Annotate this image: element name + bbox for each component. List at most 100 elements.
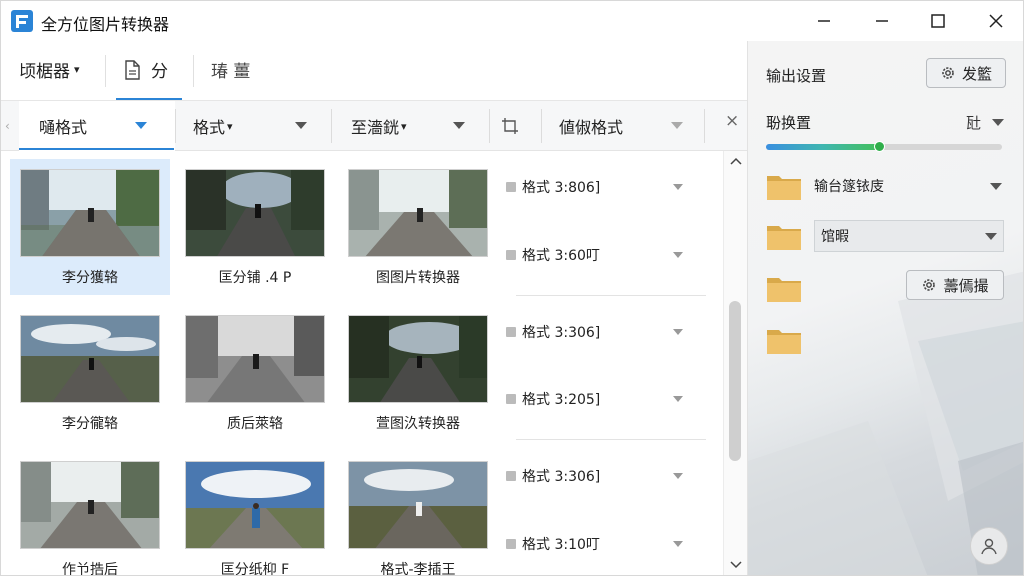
output-folder-option[interactable]: 输台篴铱庋: [814, 171, 884, 201]
close-filter-icon[interactable]: ×: [725, 111, 739, 131]
active-tab-indicator: [116, 98, 182, 100]
image-tile[interactable]: 李分徿辂: [10, 305, 170, 441]
image-tile[interactable]: 李分獲辂: [10, 159, 170, 295]
settings-button-label: 发籃: [961, 64, 992, 83]
caret-down-icon: [135, 122, 147, 129]
format-row-label: 格式 3:306]: [522, 469, 601, 485]
format-row[interactable]: 格式 3:10叮: [506, 529, 706, 559]
format-row[interactable]: 格式 3:60叮: [506, 240, 706, 270]
format-row[interactable]: 格式 3:306]: [506, 461, 706, 491]
format-marker-icon: [506, 250, 516, 260]
caret-down-icon: [673, 329, 683, 335]
thumbnail-image: [185, 461, 325, 549]
folder-icon: [767, 176, 801, 200]
image-tile[interactable]: 萱图汣转换器: [338, 305, 498, 441]
minimize-alt-icon: [876, 20, 888, 22]
format-marker-icon: [506, 471, 516, 481]
scroll-down-icon[interactable]: [730, 561, 742, 569]
caret-down-icon: [673, 396, 683, 402]
image-tile[interactable]: 质后萊辂: [175, 305, 335, 441]
maximize-button[interactable]: [915, 7, 961, 35]
format-row-label: 格式 3:10叮: [522, 537, 600, 553]
crop-button[interactable]: [501, 101, 531, 151]
maximize-icon: [931, 14, 945, 28]
minimize-button[interactable]: [801, 7, 847, 35]
menu-label: 顷椐器: [19, 62, 70, 82]
close-icon: [989, 14, 1003, 28]
document-icon: [125, 59, 140, 80]
selected-filter-indicator: [19, 148, 174, 150]
folder-path-select[interactable]: 馆暇: [814, 220, 1004, 252]
tile-label: 匡分铺 .4 P: [218, 270, 292, 286]
menu-dropdown[interactable]: 顷椐器 ▾: [19, 57, 80, 82]
image-tile[interactable]: 作兯捁后: [10, 451, 170, 575]
filter-quality-label: 至濇銧: [351, 118, 400, 137]
filter-quality[interactable]: 至濇銧 ▾: [333, 101, 489, 151]
image-tile[interactable]: 图图片转换器: [338, 159, 498, 295]
main-area: 顷椐器 ▾ 分 瑃 薑 ‹ 嗵格式 格式 ▾ 至濇銧 ▾ 値俶格式 × 李分獲辂…: [1, 41, 747, 576]
slider-fill: [766, 144, 880, 150]
app-logo-icon: [11, 10, 33, 32]
caret-down-icon: [453, 122, 465, 129]
thumbnail-image: [348, 315, 488, 403]
caret-down-icon[interactable]: [992, 119, 1004, 126]
tile-label: 李分獲辂: [62, 270, 118, 286]
caret-down-icon: [985, 233, 997, 240]
filter-format-label: 格式: [193, 118, 226, 137]
folder-icon: [767, 278, 801, 302]
thumbnail-image: [348, 169, 488, 257]
caret-down-icon: [673, 184, 683, 190]
tab-secondary-label: 瑃 薑: [211, 62, 251, 82]
settings-button[interactable]: 发籃: [926, 58, 1006, 88]
folder-icon: [767, 330, 801, 354]
tab-secondary[interactable]: 瑃 薑: [211, 57, 250, 82]
browse-button[interactable]: 薵傿撮: [906, 270, 1004, 300]
scroll-up-icon[interactable]: [730, 157, 742, 165]
format-row[interactable]: 格式 3:306]: [506, 317, 706, 347]
thumbnail-image: [348, 461, 488, 549]
caret-small-icon: ▾: [401, 119, 407, 133]
scroll-left-icon[interactable]: ‹: [5, 119, 10, 133]
gear-icon: [942, 67, 954, 79]
user-avatar[interactable]: [970, 527, 1008, 565]
browse-button-label: 薵傿撮: [943, 276, 989, 295]
panel-title: 输出设置: [766, 67, 827, 85]
output-folder-label: 输台篴铱庋: [814, 179, 884, 195]
thumbnail-image: [185, 315, 325, 403]
caret-down-icon: ▾: [74, 63, 80, 76]
output-settings-panel: 输出设置 发籃 聁换置 瓧 输台篴铱庋 馆暇 薵傿撮: [747, 41, 1023, 575]
tile-label: 匡分纸枊 F: [220, 562, 290, 576]
image-tile[interactable]: 格式-李插王: [338, 451, 498, 576]
restore-button[interactable]: [859, 7, 905, 35]
filter-source-format[interactable]: 嗵格式: [19, 101, 175, 151]
folder-path-value: 馆暇: [821, 229, 849, 245]
scrollbar-thumb[interactable]: [729, 301, 741, 461]
format-row[interactable]: 格式 3:205]: [506, 384, 706, 414]
vertical-scrollbar[interactable]: [723, 151, 747, 575]
image-tile[interactable]: 匡分纸枊 F: [175, 451, 335, 576]
format-row-label: 格式 3:806]: [522, 180, 601, 196]
app-window: 全方位图片转换器 顷椐器 ▾ 分 瑃 薑 ‹ 嗵格式 格式 ▾ 至濇銧 ▾ 値俶…: [0, 0, 1024, 576]
quality-value[interactable]: 瓧: [966, 112, 981, 133]
format-row[interactable]: 格式 3:806]: [506, 172, 706, 202]
tile-label: 格式-李插王: [380, 562, 456, 576]
caret-down-icon: [673, 473, 683, 479]
format-marker-icon: [506, 327, 516, 337]
folder-icon: [767, 226, 801, 250]
filter-bar: ‹ 嗵格式 格式 ▾ 至濇銧 ▾ 値俶格式 ×: [1, 101, 747, 151]
format-marker-icon: [506, 182, 516, 192]
quality-slider[interactable]: [766, 141, 1002, 152]
filter-target-label: 値俶格式: [559, 118, 624, 137]
tab-document[interactable]: 分: [123, 57, 168, 82]
filter-source-label: 嗵格式: [39, 118, 88, 137]
format-row-label: 格式 3:60叮: [522, 248, 600, 264]
crop-icon: [502, 118, 518, 134]
tab-document-label: 分: [151, 62, 168, 82]
filter-format[interactable]: 格式 ▾: [177, 101, 331, 151]
caret-down-icon: [673, 541, 683, 547]
caret-down-icon[interactable]: [990, 183, 1002, 190]
quality-label: 聁换置: [766, 114, 812, 132]
close-button[interactable]: [973, 7, 1019, 35]
filter-target-format[interactable]: 値俶格式: [543, 101, 703, 151]
image-tile[interactable]: 匡分铺 .4 P: [175, 159, 335, 295]
